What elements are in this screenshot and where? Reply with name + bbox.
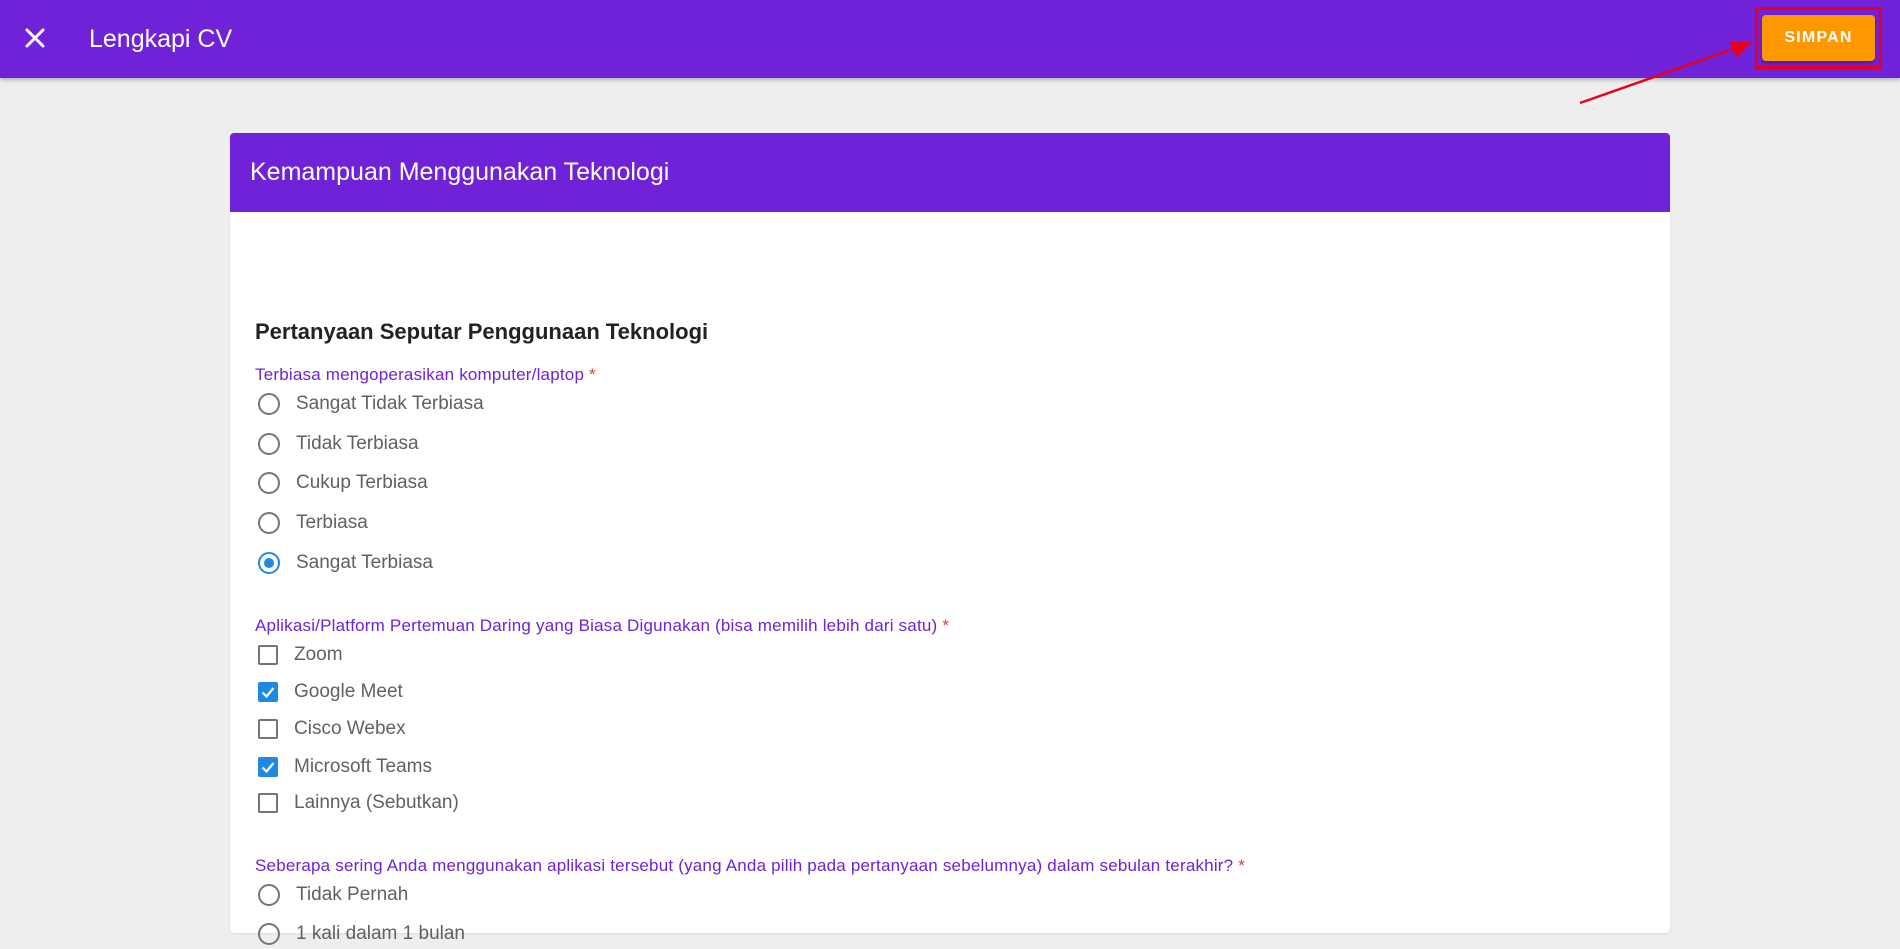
radio-option[interactable]: Cukup Terbiasa [258, 468, 428, 498]
radio-button[interactable] [258, 393, 280, 415]
radio-option[interactable]: Sangat Tidak Terbiasa [258, 389, 484, 419]
checkbox-option[interactable]: Lainnya (Sebutkan) [258, 788, 459, 818]
checkbox[interactable] [258, 719, 278, 739]
checkbox-option[interactable]: Google Meet [258, 677, 403, 707]
checkbox[interactable] [258, 645, 278, 665]
radio-button[interactable] [258, 923, 280, 945]
question-text: Aplikasi/Platform Pertemuan Daring yang … [255, 616, 938, 635]
question-text: Seberapa sering Anda menggunakan aplikas… [255, 856, 1234, 875]
checkmark-icon [261, 687, 275, 699]
checkbox-checked[interactable] [258, 757, 278, 777]
checkbox-option-label: Microsoft Teams [294, 756, 432, 777]
card-title: Kemampuan Menggunakan Teknologi [250, 158, 670, 186]
app-title: Lengkapi CV [89, 25, 233, 53]
radio-button[interactable] [258, 884, 280, 906]
checkbox-option-label: Zoom [294, 644, 343, 665]
radio-button[interactable] [258, 512, 280, 534]
checkbox-option[interactable]: Microsoft Teams [258, 752, 432, 782]
radio-option[interactable]: Terbiasa [258, 508, 368, 538]
radio-option[interactable]: Tidak Terbiasa [258, 429, 419, 459]
checkbox-option[interactable]: Zoom [258, 640, 343, 670]
question-label: Aplikasi/Platform Pertemuan Daring yang … [255, 615, 949, 637]
required-mark: * [1238, 856, 1246, 875]
close-icon[interactable] [20, 23, 50, 53]
card-header: Kemampuan Menggunakan Teknologi [230, 133, 1670, 212]
section-title: Pertanyaan Seputar Penggunaan Teknologi [255, 319, 709, 344]
save-button[interactable]: SIMPAN [1762, 15, 1875, 61]
question-text: Terbiasa mengoperasikan komputer/laptop [255, 365, 585, 384]
checkbox-option-label: Lainnya (Sebutkan) [294, 792, 459, 813]
checkbox[interactable] [258, 793, 278, 813]
radio-option[interactable]: Sangat Terbiasa [258, 548, 433, 578]
required-mark: * [942, 616, 950, 635]
radio-option-label: Sangat Tidak Terbiasa [296, 393, 484, 414]
radio-option-label: Tidak Pernah [296, 884, 409, 905]
checkbox-option-label: Cisco Webex [294, 718, 406, 739]
radio-button[interactable] [258, 472, 280, 494]
checkmark-icon [261, 762, 275, 774]
radio-button[interactable] [258, 433, 280, 455]
radio-option-label: Cukup Terbiasa [296, 472, 428, 493]
radio-option-label: Sangat Terbiasa [296, 552, 433, 573]
radio-option-label: Terbiasa [296, 512, 368, 533]
radio-option-label: 1 kali dalam 1 bulan [296, 923, 465, 944]
radio-option[interactable]: Tidak Pernah [258, 880, 408, 910]
checkbox-option-label: Google Meet [294, 681, 403, 702]
radio-button-selected[interactable] [258, 552, 280, 574]
question-label: Terbiasa mengoperasikan komputer/laptop … [255, 364, 596, 386]
form-card: Kemampuan Menggunakan Teknologi Pertanya… [230, 133, 1670, 945]
annotation-arrow-icon [1579, 42, 1752, 105]
question-label: Seberapa sering Anda menggunakan aplikas… [255, 855, 1245, 877]
radio-option[interactable]: 1 kali dalam 1 bulan [258, 919, 465, 949]
radio-option-label: Tidak Terbiasa [296, 433, 419, 454]
checkbox-option[interactable]: Cisco Webex [258, 714, 406, 744]
required-mark: * [589, 365, 596, 384]
checkbox-checked[interactable] [258, 682, 278, 702]
